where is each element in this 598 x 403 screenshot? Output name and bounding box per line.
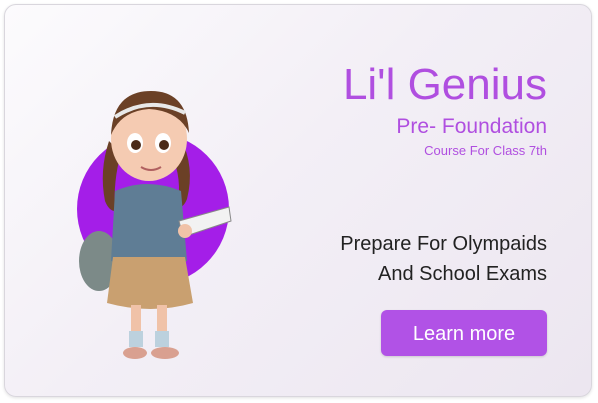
left-sock — [129, 331, 143, 347]
promo-card: Li'l Genius Pre- Foundation Course For C… — [4, 4, 592, 397]
tagline: Prepare For Olympaids And School Exams — [340, 229, 547, 289]
girl-student-illustration — [77, 91, 232, 359]
learn-more-button[interactable]: Learn more — [381, 310, 547, 356]
course-class-label: Course For Class 7th — [424, 143, 547, 158]
right-sock — [155, 331, 169, 347]
tagline-line-2: And School Exams — [378, 263, 547, 285]
jacket-shape — [111, 184, 187, 267]
left-pupil — [131, 140, 141, 150]
tagline-line-1: Prepare For Olympaids — [340, 233, 547, 255]
left-hand — [178, 224, 192, 238]
left-shoe — [123, 347, 147, 359]
skirt-shape — [107, 257, 193, 309]
course-subtitle: Pre- Foundation — [396, 115, 547, 138]
right-pupil — [159, 140, 169, 150]
course-title: Li'l Genius — [342, 60, 547, 109]
right-shoe — [151, 347, 179, 359]
